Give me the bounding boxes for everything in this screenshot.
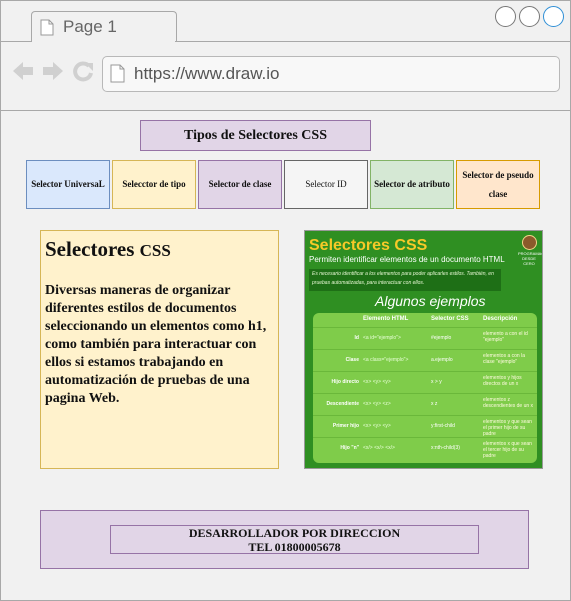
reload-icon[interactable] (72, 60, 94, 82)
back-arrow-icon[interactable] (11, 60, 35, 82)
table-row: Id <a id="ejemplo"> #ejemplo elemento a … (313, 327, 537, 349)
footer-box: DESARROLLADOR POR DIRECCION TEL 01800005… (40, 510, 529, 569)
table-row: Hijo "n" <x/> <x/> <x/> x:nth-child(3) e… (313, 437, 537, 459)
page-title: Tipos de Selectores CSS (140, 120, 371, 151)
table-row: Hijo directo <x> <y> <y> x > y elementos… (313, 371, 537, 393)
infographic-examples-title: Algunos ejemplos (375, 293, 486, 309)
owl-icon (521, 235, 537, 250)
url-text: https://www.draw.io (134, 64, 280, 83)
footer-contact: DESARROLLADOR POR DIRECCION TEL 01800005… (110, 525, 479, 554)
url-field[interactable]: https://www.draw.io (102, 56, 560, 92)
minimize-button[interactable] (495, 6, 516, 27)
infographic-table: Elemento HTML Selector CSS Descripción I… (313, 313, 537, 463)
selector-clase-box: Selector de clase (198, 160, 282, 209)
footer-line-2: TEL 01800005678 (248, 540, 341, 554)
tab-label: Page 1 (63, 17, 117, 36)
selector-atributo-box: Selector de atributo (370, 160, 454, 209)
selector-universal-box: Selector UniversaL (26, 160, 110, 209)
description-card: Selectores CSS Diversas maneras de organ… (40, 230, 279, 469)
tab-bar: Page 1 (1, 1, 570, 43)
selector-tipo-box: Selecctor de tipo (112, 160, 196, 209)
infographic-note: Es necesario identificar a los elementos… (309, 269, 501, 291)
infographic-table-header: Elemento HTML Selector CSS Descripción (363, 316, 518, 322)
selector-id-box: Selector ID (284, 160, 368, 209)
document-icon (40, 19, 54, 36)
footer-line-1: DESARROLLADOR POR DIRECCION (188, 526, 401, 540)
address-bar-row: https://www.draw.io (1, 42, 570, 111)
forward-arrow-icon[interactable] (41, 60, 65, 82)
table-row: Descendiente <x> <y> <z> x z elementos z… (313, 393, 537, 415)
card-heading: Selectores CSS (45, 237, 171, 261)
infographic-title: Selectores CSS (309, 237, 428, 254)
owl-logo: PROGRAMACIÓN DESDE CERO (518, 233, 542, 266)
selector-pseudo-clase-box: Selector de pseudo clase (456, 160, 540, 209)
table-row: Clase <a class="ejemplo"> a.ejemplo elem… (313, 349, 537, 371)
table-row: Primer hijo <x> <y> <y> y:first-child el… (313, 415, 537, 437)
selectores-infographic-image: Selectores CSS Permiten identificar elem… (304, 230, 543, 469)
page-icon (110, 64, 125, 83)
maximize-button[interactable] (519, 6, 540, 27)
close-button[interactable] (543, 6, 564, 27)
infographic-subtitle: Permiten identificar elementos de un doc… (309, 255, 505, 264)
tab-page-1[interactable]: Page 1 (31, 11, 177, 43)
card-body: Diversas maneras de organizar diferentes… (45, 283, 267, 406)
